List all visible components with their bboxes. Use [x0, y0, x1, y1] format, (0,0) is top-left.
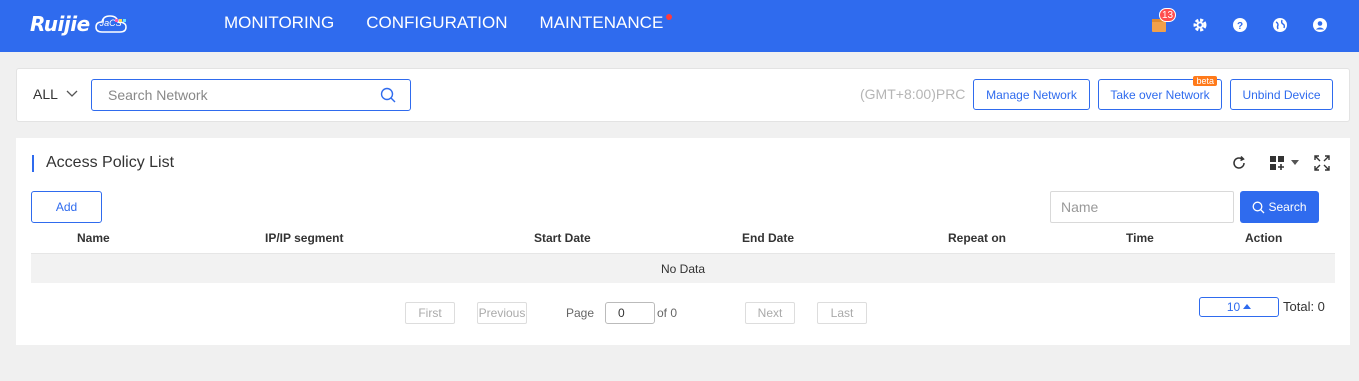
grid-add-icon	[1270, 156, 1284, 170]
column-header-name[interactable]: Name	[77, 231, 110, 245]
column-header-start-date[interactable]: Start Date	[534, 231, 591, 245]
unbind-device-button[interactable]: Unbind Device	[1230, 79, 1333, 110]
nav-maintenance-label: MAINTENANCE	[539, 13, 664, 32]
scope-dropdown[interactable]: ALL	[33, 86, 78, 102]
column-header-repeat-on[interactable]: Repeat on	[948, 231, 1006, 245]
user-icon[interactable]	[1309, 14, 1331, 36]
manage-network-button[interactable]: Manage Network	[973, 79, 1090, 110]
search-button-label: Search	[1268, 200, 1307, 214]
settings-icon[interactable]	[1189, 14, 1211, 36]
beta-badge: beta	[1193, 76, 1217, 86]
first-page-button[interactable]: First	[405, 302, 455, 324]
column-header-time[interactable]: Time	[1126, 231, 1154, 245]
search-icon	[1253, 201, 1265, 213]
network-filter-panel: ALL (GMT+8:00)PRC Manage Network Take ov…	[16, 68, 1350, 122]
no-data-text: No Data	[660, 262, 706, 276]
maintenance-alert-dot	[666, 14, 673, 20]
logo-text: Ruijie	[30, 12, 90, 36]
page-size-value: 10	[1226, 300, 1241, 314]
empty-table-row: No Data	[31, 254, 1335, 283]
add-button[interactable]: Add	[31, 191, 102, 223]
globe-icon[interactable]	[1269, 14, 1291, 36]
page-count-label: of 0	[657, 306, 678, 320]
column-header-ip-segment[interactable]: IP/IP segment	[265, 231, 343, 245]
logo-dots	[114, 9, 126, 27]
page-label: Page	[566, 306, 595, 320]
help-icon[interactable]: ?	[1229, 14, 1251, 36]
header-actions: 13 ?	[1131, 8, 1331, 36]
scope-label: ALL	[33, 86, 58, 102]
nav-monitoring[interactable]: MONITORING	[224, 13, 334, 33]
table-header: Name IP/IP segment Start Date End Date R…	[31, 227, 1335, 254]
notification-badge: 13	[1159, 8, 1177, 22]
take-over-network-label: Take over Network	[1110, 87, 1210, 102]
refresh-icon[interactable]	[1231, 155, 1247, 171]
page-size-select[interactable]: 10	[1199, 297, 1279, 317]
search-icon[interactable]	[380, 87, 396, 103]
jacs-cloud-icon: JaCS	[94, 13, 128, 35]
chevron-down-icon	[66, 90, 78, 97]
last-page-button[interactable]: Last	[817, 302, 867, 324]
take-over-network-button[interactable]: Take over Network beta	[1098, 76, 1222, 110]
page-number-input[interactable]	[605, 302, 655, 324]
previous-page-button[interactable]: Previous	[477, 302, 527, 324]
search-button[interactable]: Search	[1240, 191, 1319, 223]
column-settings-dropdown[interactable]	[1269, 155, 1299, 171]
column-header-action: Action	[1245, 231, 1283, 245]
total-count: Total: 0	[1283, 299, 1325, 314]
nav-configuration[interactable]: CONFIGURATION	[366, 13, 507, 33]
fullscreen-icon[interactable]	[1314, 155, 1330, 171]
access-policy-panel: Access Policy List Add Search Name IP/IP…	[16, 138, 1350, 345]
svg-text:?: ?	[1237, 21, 1243, 32]
timezone-label: (GMT+8:00)PRC	[860, 86, 966, 102]
caret-up-icon	[1243, 304, 1252, 309]
column-header-end-date[interactable]: End Date	[742, 231, 794, 245]
main-nav: MONITORING CONFIGURATION MAINTENANCE	[224, 13, 695, 33]
search-network-input[interactable]	[108, 86, 378, 104]
caret-down-icon	[1291, 160, 1299, 165]
search-network-box	[91, 79, 411, 111]
nav-maintenance[interactable]: MAINTENANCE	[539, 13, 673, 33]
notification-icon[interactable]: 13	[1149, 8, 1177, 36]
next-page-button[interactable]: Next	[745, 302, 795, 324]
name-filter-input[interactable]	[1050, 191, 1234, 223]
top-navigation-bar: Ruijie JaCS MONITORING CONFIGURATION MAI…	[0, 0, 1359, 52]
ruijie-logo[interactable]: Ruijie JaCS	[30, 8, 128, 40]
title-accent-bar	[32, 155, 34, 172]
page-title: Access Policy List	[46, 154, 175, 171]
